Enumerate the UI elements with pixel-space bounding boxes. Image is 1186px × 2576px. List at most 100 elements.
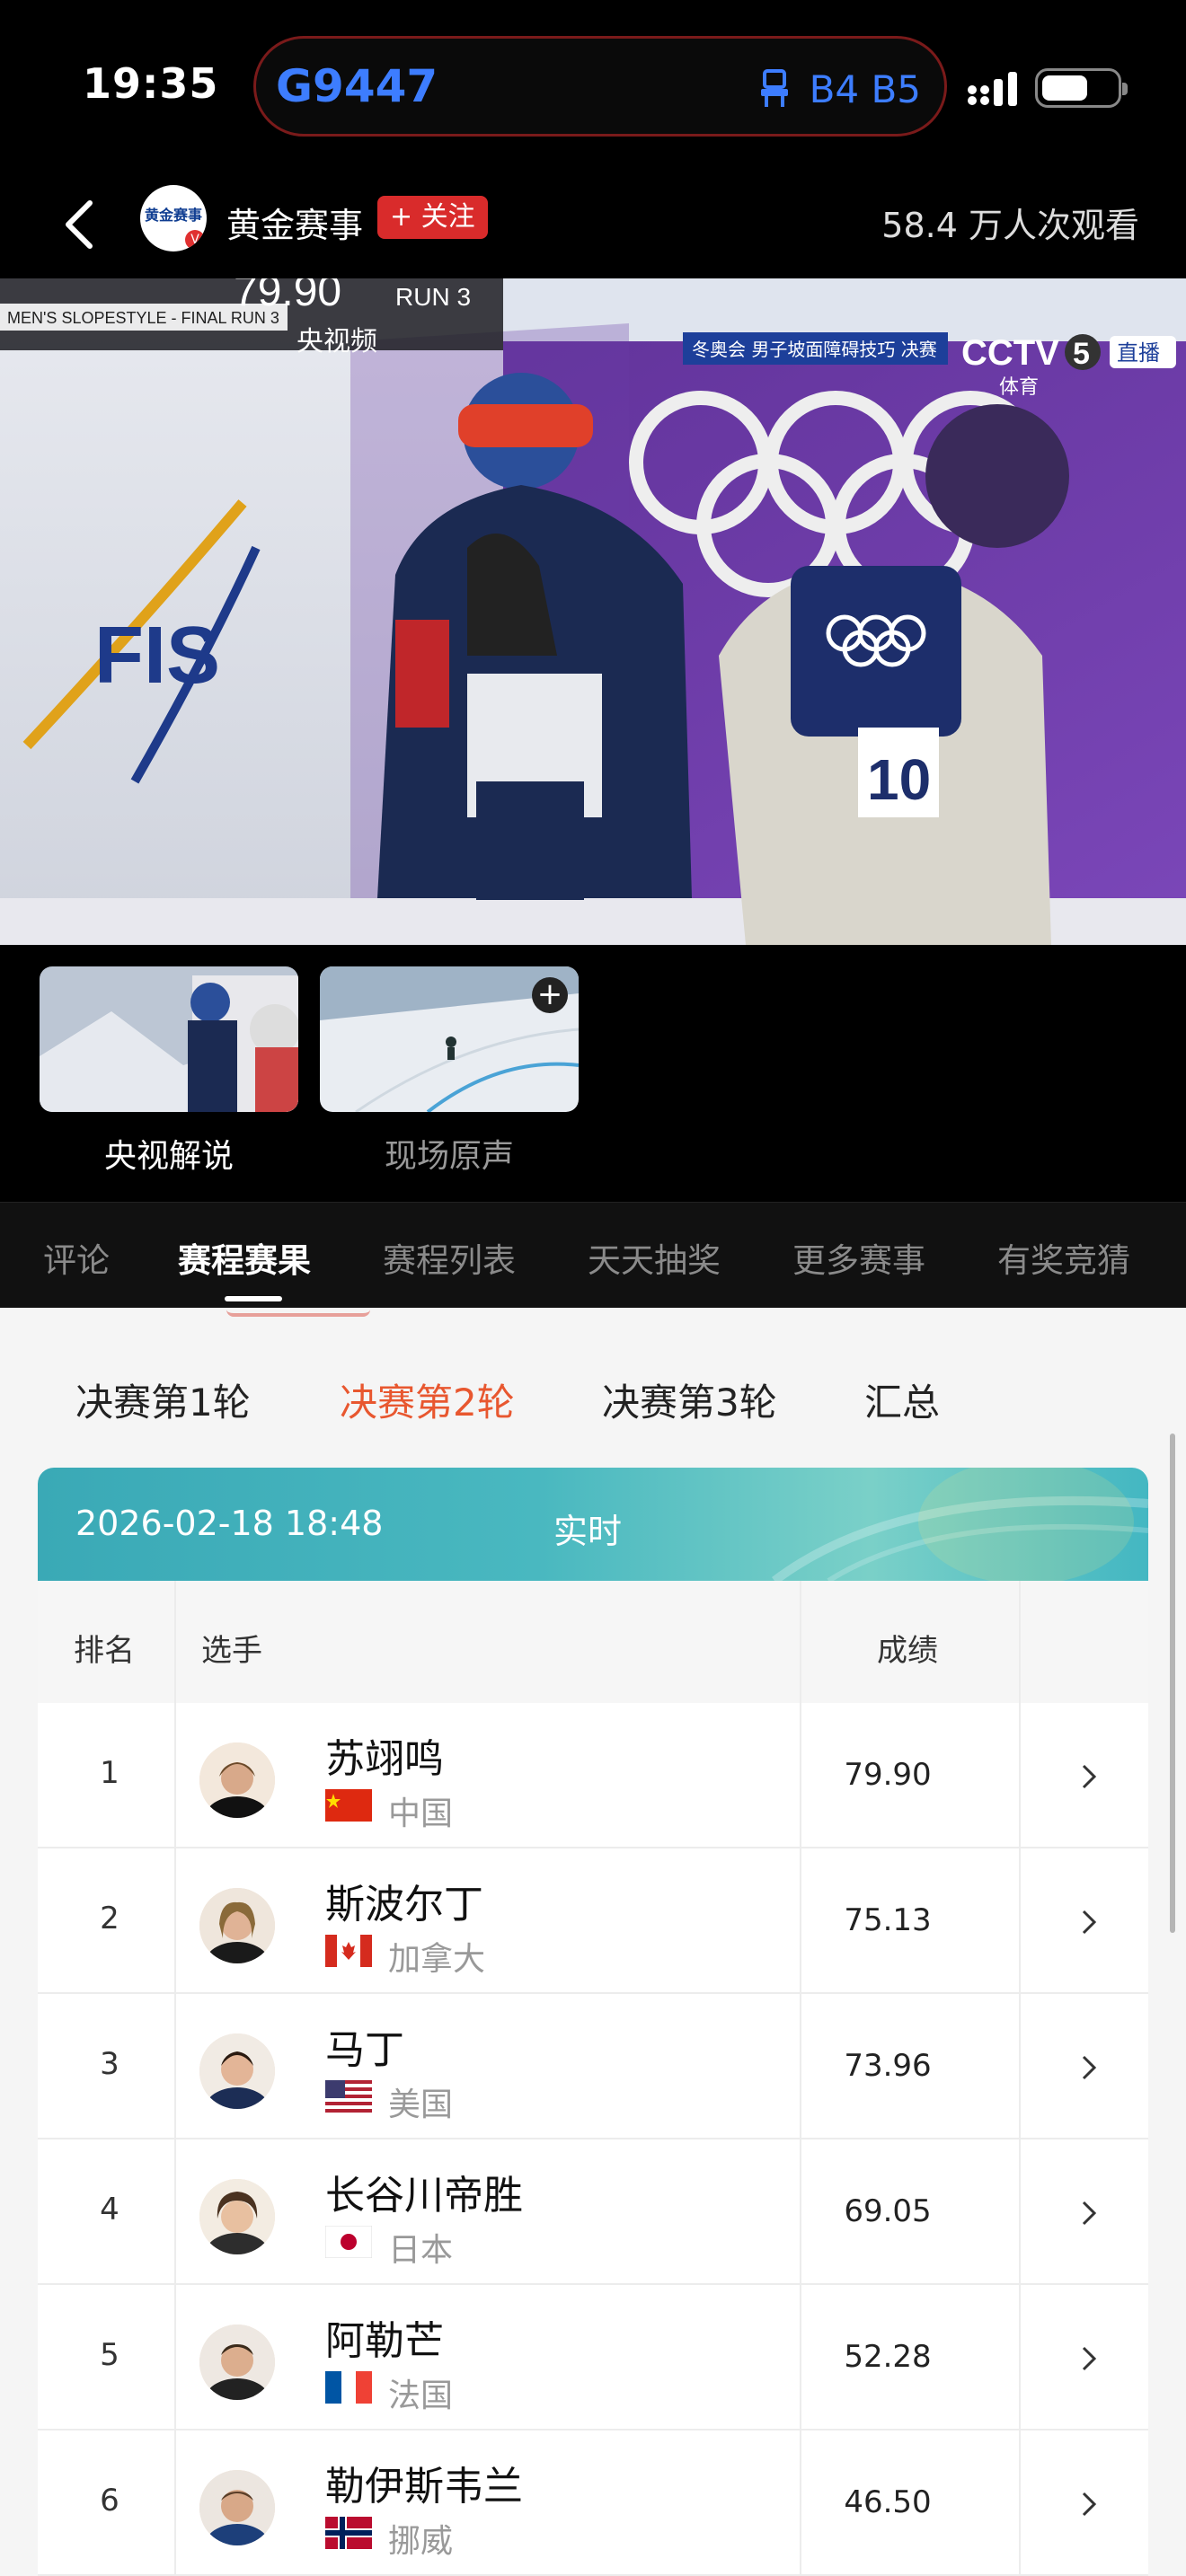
audio-option-label[interactable]: 央视解说 (40, 1130, 298, 1177)
row-rank: 4 (100, 2192, 119, 2228)
usa-flag-icon (325, 2080, 372, 2113)
results-datetime: 2026-02-18 18:48 (75, 1504, 384, 1543)
player-score: 69.05 (844, 2193, 932, 2229)
active-tab-indicator (225, 1296, 282, 1301)
channel-number: 5 (1073, 337, 1090, 371)
content-tabs: 评论 赛程赛果 赛程列表 天天抽奖 更多赛事 有奖竞猜 (0, 1202, 1186, 1308)
france-flag-icon (325, 2371, 372, 2404)
row-rank: 3 (100, 2046, 119, 2082)
player-name: 斯波尔丁 (325, 1882, 483, 1928)
scrollbar[interactable] (1170, 1434, 1175, 1933)
round-3[interactable]: 决赛第3轮 (602, 1372, 777, 1427)
panel-handle (226, 1308, 370, 1317)
commentary-options: 央视解说 + 现场原声 (0, 945, 1186, 1202)
carriage-label: B4 B5 (809, 67, 921, 111)
player-score: 79.90 (844, 1757, 932, 1793)
add-icon[interactable]: + (532, 977, 568, 1013)
player-name: 勒伊斯韦兰 (325, 2464, 523, 2510)
avatar (199, 2325, 275, 2400)
battery-icon (1035, 68, 1128, 108)
avatar (199, 1742, 275, 1818)
japan-flag-icon (325, 2226, 372, 2258)
chevron-right-icon (1082, 2055, 1097, 2080)
chevron-right-icon (1082, 2346, 1097, 2371)
cctv-logo: CCTV (961, 333, 1059, 373)
player-score: 73.96 (844, 2048, 932, 2084)
tab-comments[interactable]: 评论 (43, 1233, 110, 1282)
chevron-right-icon (1082, 1910, 1097, 1935)
round-selector: 决赛第1轮 决赛第2轮 决赛第3轮 汇总 (0, 1317, 1186, 1469)
player-country: 日本 (388, 2232, 454, 2269)
tab-quiz[interactable]: 有奖竞猜 (997, 1233, 1130, 1282)
thumb-cctv-commentary[interactable] (40, 966, 298, 1112)
train-number: G9447 (276, 60, 438, 112)
round-summary[interactable]: 汇总 (864, 1372, 940, 1427)
player-country: 加拿大 (388, 1941, 486, 1978)
row-rank: 1 (100, 1755, 119, 1791)
player-country: 美国 (388, 2086, 454, 2123)
tab-results[interactable]: 赛程赛果 (178, 1233, 311, 1282)
table-row[interactable]: 3 马丁 美国 73.96 (38, 1994, 1148, 2139)
norway-flag-icon (325, 2517, 372, 2549)
video-frame: FIS 10 MEN'S SLOPESTYLE - FINAL RUN 3 79… (0, 278, 1186, 945)
chevron-right-icon (1082, 2201, 1097, 2226)
chevron-right-icon (1082, 1764, 1097, 1789)
player-score: 52.28 (844, 2339, 932, 2375)
canada-flag-icon (325, 1935, 372, 1967)
player-name: 马丁 (325, 2027, 404, 2073)
broadcast-caption: 冬奥会 男子坡面障碍技巧 决赛 (692, 339, 937, 360)
status-bar: 19:35 G9447 B4 B5 (0, 0, 1186, 171)
watermark-text: 央视频 (296, 326, 377, 357)
round-1[interactable]: 决赛第1轮 (75, 1372, 251, 1427)
player-name: 长谷川帝胜 (325, 2173, 523, 2219)
results-banner: 2026-02-18 18:48 实时 (38, 1468, 1148, 1581)
row-rank: 2 (100, 1901, 119, 1936)
channel-avatar[interactable]: 黄金赛事 V (140, 185, 207, 251)
bib-number: 10 (867, 747, 931, 812)
channel-logo-text: 黄金赛事 (144, 207, 202, 224)
avatar (199, 2470, 275, 2545)
table-row[interactable]: 2 斯波尔丁 加拿大 75.13 (38, 1848, 1148, 1994)
results-live-label: 实时 (553, 1512, 623, 1551)
channel-header: 黄金赛事 V 黄金赛事 + 关注 58.4 万人次观看 (0, 171, 1186, 278)
table-row[interactable]: 6 勒伊斯韦兰 挪威 46.50 (38, 2430, 1148, 2576)
table-header: 排名 选手 成绩 (38, 1581, 1148, 1703)
china-flag-icon (325, 1789, 372, 1822)
avatar (199, 2179, 275, 2254)
col-score: 成绩 (877, 1633, 938, 1669)
thumb-live-sound[interactable]: + (320, 966, 579, 1112)
tab-lottery[interactable]: 天天抽奖 (588, 1233, 721, 1282)
col-player: 选手 (201, 1633, 262, 1669)
tab-schedule[interactable]: 赛程列表 (383, 1233, 516, 1282)
overlay-score: 79.90 (234, 278, 341, 315)
table-row[interactable]: 5 阿勒芒 法国 52.28 (38, 2285, 1148, 2430)
channel-name[interactable]: 黄金赛事 (226, 198, 363, 247)
cellular-signal-icon (968, 72, 1017, 106)
table-row[interactable]: 1 苏翊鸣 中国 79.90 (38, 1703, 1148, 1848)
round-2[interactable]: 决赛第2轮 (340, 1372, 515, 1427)
channel-sub: 体育 (999, 376, 1039, 399)
col-rank: 排名 (74, 1633, 135, 1669)
player-country: 挪威 (388, 2523, 454, 2560)
table-row[interactable]: 4 长谷川帝胜 日本 69.05 (38, 2139, 1148, 2285)
viewer-count: 58.4 万人次观看 (881, 206, 1139, 245)
results-panel: 决赛第1轮 决赛第2轮 决赛第3轮 汇总 2026-02-18 18:48 实时… (0, 1308, 1186, 2576)
follow-button[interactable]: + 关注 (377, 196, 488, 239)
seat-icon (761, 69, 788, 107)
player-country: 法国 (388, 2378, 454, 2414)
chevron-right-icon (1082, 2492, 1097, 2517)
train-info-pill[interactable]: G9447 B4 B5 (253, 36, 947, 137)
player-name: 阿勒芒 (325, 2318, 444, 2364)
row-rank: 6 (100, 2483, 119, 2519)
live-badge: 直播 (1117, 340, 1160, 366)
audio-option-label[interactable]: 现场原声 (320, 1130, 579, 1177)
back-arrow-icon[interactable] (61, 198, 97, 251)
status-time: 19:35 (83, 59, 219, 108)
player-score: 75.13 (844, 1902, 932, 1938)
row-rank: 5 (100, 2337, 119, 2373)
tab-more-events[interactable]: 更多赛事 (792, 1233, 925, 1282)
results-table: 2026-02-18 18:48 实时 排名 选手 成绩 1 苏翊鸣 中国 79… (38, 1468, 1148, 2576)
player-country: 中国 (388, 1795, 454, 1832)
player-score: 46.50 (844, 2484, 932, 2520)
video-player[interactable]: FIS 10 MEN'S SLOPESTYLE - FINAL RUN 3 79… (0, 278, 1186, 945)
